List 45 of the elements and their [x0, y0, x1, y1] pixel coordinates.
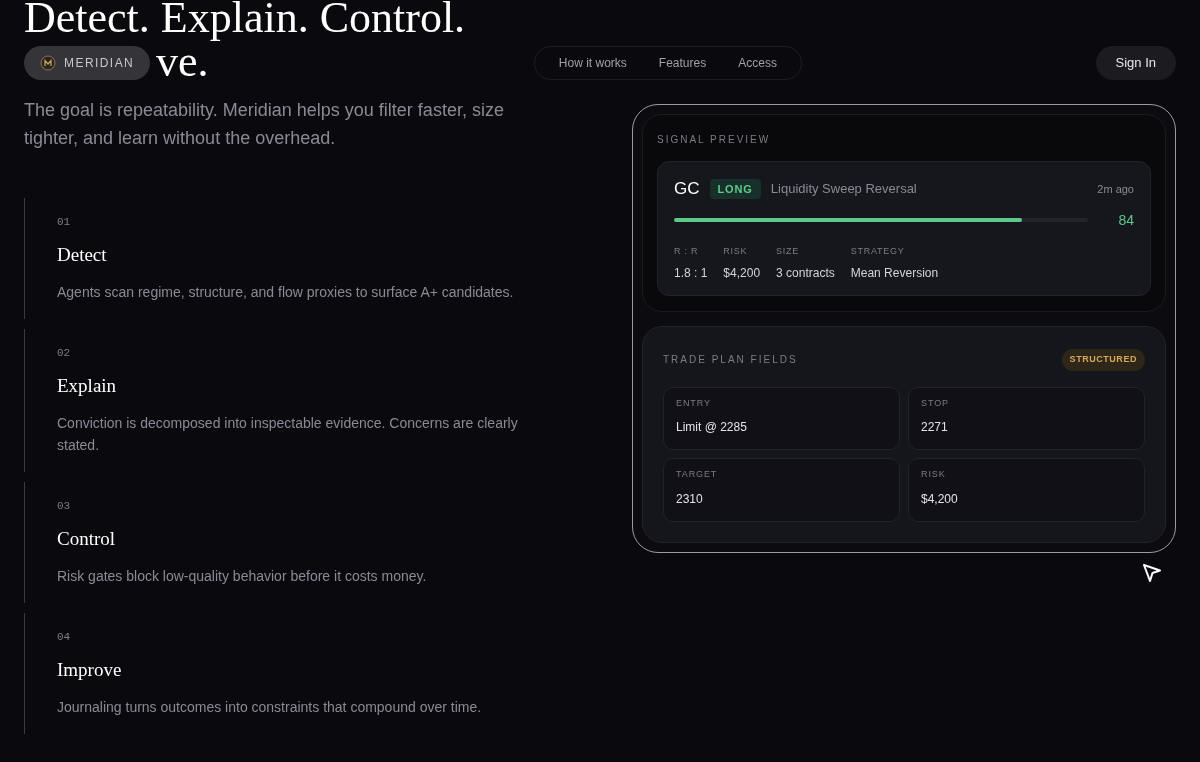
- step-description: Agents scan regime, structure, and flow proxies to surface A+ candidates.: [57, 283, 515, 302]
- brand-pill[interactable]: MERIDIAN: [24, 46, 151, 80]
- step-description: Risk gates block low-quality behavior before it costs money.: [57, 567, 428, 586]
- step-title: Explain: [57, 373, 118, 398]
- brand-name: MERIDIAN: [64, 55, 135, 72]
- setup-name: Liquidity Sweep Reversal: [770, 180, 917, 198]
- field-value: Limit @ 2285: [676, 419, 748, 436]
- stat-label: RISK: [723, 244, 749, 258]
- score-value: 84: [1118, 210, 1134, 230]
- sign-in-button[interactable]: Sign In: [1095, 46, 1176, 80]
- field-value: $4,200: [921, 490, 959, 508]
- field-label: TARGET: [676, 468, 719, 481]
- field-value: 2310: [676, 490, 704, 508]
- stat-value: 1.8 : 1: [674, 265, 708, 282]
- stat-label: R : R: [674, 244, 700, 258]
- step-number: 02: [57, 346, 72, 361]
- direction-badge: LONG: [709, 178, 761, 199]
- nav-link[interactable]: Features: [658, 54, 707, 72]
- step-title: Detect: [57, 242, 108, 267]
- field-value: 2271: [921, 419, 949, 436]
- stat-value: $4,200: [723, 265, 761, 282]
- section-label: TRADE PLAN FIELDS: [663, 353, 798, 368]
- logo-icon: [40, 55, 56, 71]
- step-number: 04: [57, 630, 72, 645]
- nav-link[interactable]: How it works: [558, 54, 627, 72]
- step-title: Control: [57, 526, 117, 551]
- step-number: 01: [57, 215, 72, 230]
- step-title: Improve: [57, 657, 123, 682]
- cursor-icon: [1141, 562, 1163, 584]
- section-label: SIGNAL PREVIEW: [657, 133, 772, 147]
- field-label: STOP: [921, 396, 950, 410]
- field-label: RISK: [921, 468, 947, 481]
- field-label: ENTRY: [676, 396, 712, 410]
- intro-paragraph: The goal is repeatability. Meridian helps you filter faster, size tighter, and learn without the overhead.: [24, 99, 505, 150]
- status-badge: STRUCTURED: [1061, 349, 1145, 371]
- stat-value: Mean Reversion: [850, 265, 939, 282]
- nav-link[interactable]: Access: [738, 54, 777, 72]
- step-number: 03: [57, 499, 72, 514]
- timestamp: 2m ago: [1097, 181, 1134, 197]
- symbol: GC: [674, 178, 700, 200]
- step-description: Conviction is decomposed into inspectable evidence. Concerns are clearly stated.: [57, 414, 519, 455]
- stat-label: SIZE: [776, 244, 800, 258]
- stat-label: STRATEGY: [850, 244, 906, 258]
- stat-value: 3 contracts: [776, 265, 835, 282]
- step-description: Journaling turns outcomes into constraints that compound over time.: [57, 698, 483, 717]
